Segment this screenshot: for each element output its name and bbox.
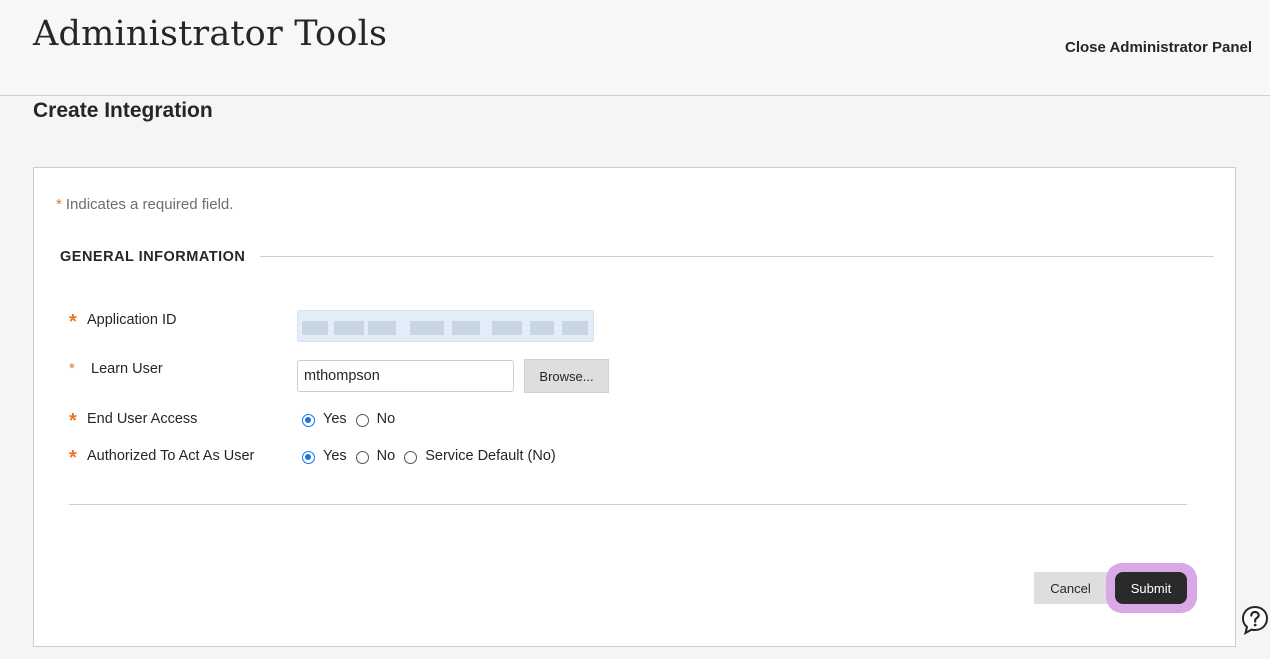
option-label: Yes (323, 448, 347, 464)
redacted-text (562, 321, 588, 335)
redacted-text (302, 321, 328, 335)
radio-unselected-icon[interactable] (355, 413, 369, 427)
browse-button[interactable]: Browse... (524, 359, 609, 393)
cancel-button[interactable]: Cancel (1034, 572, 1107, 604)
end-user-access-radio-group: Yes No (302, 411, 404, 427)
redacted-text (492, 321, 522, 335)
learn-user-label-text: Learn User (91, 360, 163, 377)
authorized-to-act-radio-group: Yes No Service Default (No) (302, 448, 565, 464)
authorized-to-act-label: * Authorized To Act As User (69, 447, 255, 469)
radio-selected-icon[interactable] (302, 413, 315, 427)
application-id-label-text: Application ID (87, 312, 177, 328)
end-user-access-no-option[interactable]: No (355, 411, 396, 427)
integration-form-panel: * Indicates a required field. GENERAL INF… (33, 167, 1236, 647)
option-label: Yes (323, 411, 347, 427)
help-question-icon[interactable] (1240, 604, 1270, 636)
required-star-icon: * (56, 196, 62, 213)
end-user-access-label-text: End User Access (87, 411, 198, 427)
help-question-icon-svg (1241, 605, 1269, 636)
radio-unselected-icon[interactable] (355, 450, 369, 464)
option-label: No (376, 448, 396, 464)
end-user-access-yes-option[interactable]: Yes (302, 411, 347, 427)
form-divider (69, 504, 1187, 505)
admin-header: Administrator Tools Close Administrator … (0, 0, 1270, 96)
radio-selected-icon[interactable] (302, 450, 315, 464)
authorized-to-act-label-text: Authorized To Act As User (87, 448, 255, 464)
redacted-text (334, 321, 364, 335)
required-star-icon: * (69, 410, 77, 432)
submit-button[interactable]: Submit (1115, 572, 1187, 604)
authorized-service-default-option[interactable]: Service Default (No) (404, 448, 556, 464)
section-divider (260, 256, 1214, 257)
learn-user-input[interactable] (297, 360, 514, 392)
close-admin-panel-link[interactable]: Close Administrator Panel (1065, 39, 1252, 56)
redacted-text (530, 321, 554, 335)
section-title: GENERAL INFORMATION (60, 249, 246, 265)
end-user-access-label: * End User Access (69, 410, 198, 432)
option-label: No (376, 411, 396, 427)
application-id-label: * Application ID (69, 311, 177, 333)
redacted-text (452, 321, 480, 335)
authorized-no-option[interactable]: No (355, 448, 396, 464)
redacted-text (410, 321, 444, 335)
required-star-icon: * (69, 360, 75, 377)
application-id-field[interactable] (297, 310, 594, 342)
required-star-icon: * (69, 311, 77, 333)
learn-user-label: * Learn User (69, 360, 163, 377)
page-title: Create Integration (33, 99, 213, 122)
redacted-text (368, 321, 396, 335)
required-note-text: Indicates a required field. (65, 196, 234, 213)
required-field-note: * Indicates a required field. (56, 196, 233, 213)
radio-unselected-icon[interactable] (404, 450, 418, 464)
authorized-yes-option[interactable]: Yes (302, 448, 347, 464)
required-star-icon: * (69, 447, 77, 469)
app-title: Administrator Tools (33, 14, 388, 54)
option-label: Service Default (No) (425, 448, 556, 464)
